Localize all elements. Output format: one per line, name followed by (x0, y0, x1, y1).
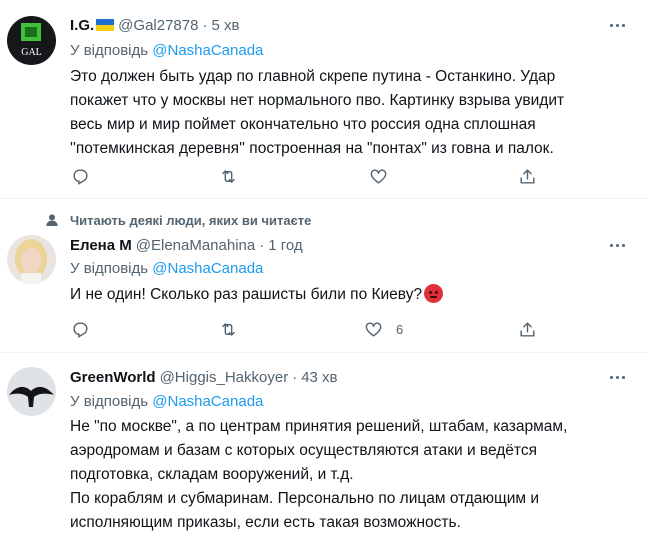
text-line: По кораблям и субмаринам. Персонально по… (70, 490, 540, 507)
reply-icon (73, 321, 88, 338)
text-line-content: И не один! Сколько раз рашисты били по К… (70, 286, 423, 303)
reply-prefix: У відповідь (70, 393, 149, 410)
text-line: подготовка, складам вооружений, и т.д. (70, 466, 354, 483)
author-handle[interactable]: @ElenaManahina (136, 237, 255, 254)
like-icon (365, 321, 382, 337)
reply-context: У відповідь @NashaCanada (70, 260, 263, 277)
tweet[interactable]: Читають деякі люди, яких ви читаєте Елен… (0, 199, 647, 352)
avatar-logo-text: GAL (21, 47, 42, 58)
reply-mention-link[interactable]: @NashaCanada (152, 393, 263, 410)
social-context-text: Читають деякі люди, яких ви читаєте (70, 212, 312, 228)
dot-separator: · (259, 236, 265, 254)
text-line: Не "по москве", а по центрам принятия ре… (70, 418, 568, 435)
tweet-text: Не "по москве", а по центрам принятия ре… (70, 415, 635, 535)
timestamp[interactable]: 43 хв (301, 369, 337, 386)
share-icon (520, 168, 535, 184)
author-handle[interactable]: @Higgis_Hakkoyer (160, 369, 289, 386)
share-button[interactable] (518, 164, 537, 188)
reply-mention-link[interactable]: @NashaCanada (152, 42, 263, 59)
ukraine-flag-icon (96, 19, 115, 31)
author-name[interactable]: I.G. (70, 17, 94, 34)
share-button[interactable] (518, 317, 537, 341)
more-icon[interactable] (607, 235, 627, 255)
text-line: аэродромам и базам с которых осуществляю… (70, 442, 537, 459)
author-name[interactable]: Елена М (70, 237, 132, 254)
reply-button[interactable] (71, 317, 90, 341)
retweet-icon (222, 322, 235, 336)
more-icon[interactable] (607, 15, 627, 35)
avatar[interactable] (7, 367, 56, 416)
more-icon[interactable] (607, 367, 627, 387)
text-line: весь мир и мир поймет окончательно что р… (70, 116, 536, 133)
tweet-actions (0, 164, 647, 188)
dot-separator: · (292, 368, 298, 386)
retweet-button[interactable] (219, 164, 238, 188)
reply-context: У відповідь @NashaCanada (70, 42, 263, 59)
author-handle[interactable]: @Gal27878 (118, 17, 198, 34)
reply-button[interactable] (71, 164, 90, 188)
retweet-button[interactable] (219, 317, 238, 341)
avatar[interactable] (7, 235, 56, 284)
share-icon (520, 321, 535, 337)
dot-separator: · (202, 16, 208, 34)
avatar[interactable]: GAL (7, 16, 56, 65)
tweet-actions: 6 (0, 317, 647, 341)
text-line: И не один! Сколько раз рашисты били по К… (70, 283, 635, 307)
social-context: Читають деякі люди, яких ви читаєте (44, 211, 311, 229)
reply-icon (73, 168, 88, 185)
text-line: ''потемкинская деревня'' построенная на … (70, 140, 554, 157)
text-line: Это должен быть удар по главной скрепе п… (70, 68, 556, 85)
timestamp[interactable]: 5 хв (211, 17, 239, 34)
reply-context: У відповідь @NashaCanada (70, 393, 263, 410)
reply-prefix: У відповідь (70, 260, 149, 277)
retweet-icon (222, 169, 235, 183)
tweet[interactable]: GAL I.G. @Gal27878 · 5 хв У відповідь @N… (0, 0, 647, 194)
author-name[interactable]: GreenWorld (70, 369, 156, 386)
timestamp[interactable]: 1 год (268, 237, 302, 254)
angry-face-emoji (424, 284, 444, 303)
like-icon (370, 168, 387, 184)
like-button[interactable] (369, 164, 401, 188)
like-count: 6 (396, 321, 404, 337)
tweet-text: Это должен быть удар по главной скрепе п… (70, 65, 635, 161)
text-line: исполняющим приказы, если есть такая воз… (70, 514, 461, 531)
tweet-text: И не один! Сколько раз рашисты били по К… (70, 283, 635, 307)
text-line: покажет что у москвы нет нормального пво… (70, 92, 565, 109)
tweet[interactable]: GreenWorld @Higgis_Hakkoyer · 43 хв У ві… (0, 353, 647, 534)
reply-mention-link[interactable]: @NashaCanada (152, 260, 263, 277)
like-button[interactable]: 6 (364, 317, 403, 341)
person-icon (46, 214, 58, 226)
reply-prefix: У відповідь (70, 42, 149, 59)
